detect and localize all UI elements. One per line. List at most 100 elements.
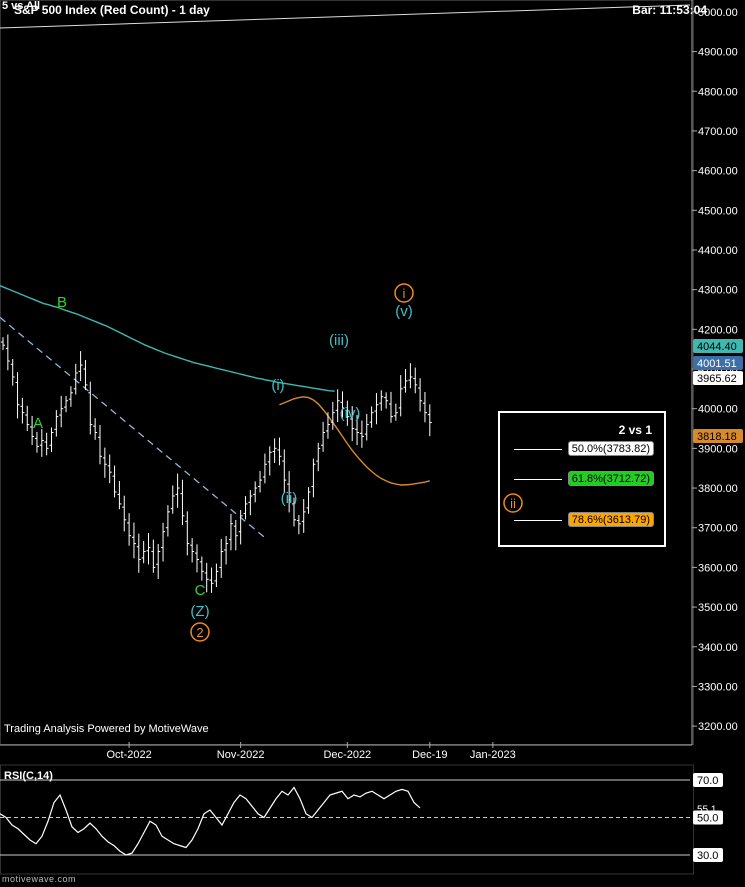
price-tick-label: 4300.00: [698, 285, 738, 297]
ohlc-bar: [384, 392, 389, 409]
price-tick-label: 4900.00: [698, 47, 738, 59]
powered-by-text: Trading Analysis Powered by MotiveWave: [4, 723, 209, 735]
fib-header: 2 vs 1: [618, 423, 652, 437]
ohlc-bar: [64, 395, 69, 413]
ohlc-bar: [195, 544, 199, 573]
ohlc-bar: [214, 563, 219, 588]
ohlc-bar: [34, 432, 39, 453]
price-tick-label: 3800.00: [698, 483, 738, 495]
ohlc-bar: [127, 513, 132, 546]
ohlc-bar: [39, 429, 44, 457]
rsi-level-tag-70: 70.0: [697, 775, 718, 787]
ohlc-bar: [136, 533, 141, 573]
price-grid: [0, 0, 694, 745]
ohlc-bar: [117, 481, 122, 510]
ohlc-bar: [238, 509, 243, 545]
ohlc-bar: [131, 522, 136, 559]
ohlc-bar: [311, 458, 316, 498]
ohlc-bar: [374, 393, 379, 425]
ohlc-bar: [112, 465, 117, 498]
ohlc-bar: [93, 418, 98, 440]
price-tag-4044-40: 4044.40: [697, 341, 737, 353]
price-tick-label: 3200.00: [698, 721, 738, 733]
ohlc-bar: [248, 490, 253, 516]
rsi-panel: 70.030.050.055.1: [0, 764, 723, 875]
wave-label-a: A: [33, 415, 43, 432]
ohlc-bar: [15, 372, 20, 419]
wave-label-2-circled: 2: [196, 625, 203, 640]
ohlc-bar: [393, 403, 398, 421]
ohlc-bar: [20, 397, 25, 424]
ohlc-bar: [316, 442, 321, 472]
date-tick-label: Jan-2023: [470, 749, 516, 761]
date-tick-label: Dec-19: [412, 749, 447, 761]
ohlc-bar: [267, 446, 272, 476]
ohlc-bar: [398, 375, 403, 417]
chart-title: S&P 500 Index (Red Count) - 1 day: [14, 3, 210, 17]
ohlc-bar: [102, 447, 107, 478]
price-tag-3965-62: 3965.62: [697, 373, 737, 385]
ohlc-bar: [44, 432, 49, 456]
ohlc-bar: [296, 515, 301, 535]
ohlc-bar: [321, 421, 326, 452]
ohlc-bar: [277, 437, 282, 466]
ohlc-bar: [243, 496, 248, 520]
price-tick-label: 4700.00: [698, 126, 738, 138]
ohlc-bar: [219, 538, 224, 578]
date-tick-label: Dec-2022: [323, 749, 371, 761]
ohlc-bar: [272, 438, 277, 464]
ohlc-bar: [170, 485, 175, 514]
wave-label-i-circled: i: [403, 286, 406, 301]
wave-label-c: C: [195, 582, 206, 599]
price-tick-label: 4500.00: [698, 205, 738, 217]
fib-line-786: [514, 520, 562, 521]
ohlc-bar: [253, 481, 258, 503]
wave-label-iii: (iii): [329, 332, 349, 349]
ohlc-bar: [190, 538, 195, 563]
date-tick-label: Nov-2022: [217, 749, 265, 761]
ohlc-bar: [59, 395, 64, 428]
ohlc-bar: [83, 359, 88, 391]
ohlc-bar: [54, 410, 59, 437]
wave-label-iv: (iv): [340, 405, 361, 422]
ohlc-bar: [301, 499, 306, 533]
wave-labels: ABC(Z)2(i)(ii)(iii)(iv)(v)iii: [33, 283, 523, 642]
ohlc-bar: [427, 404, 432, 437]
ohlc-bar: [5, 334, 10, 371]
ohlc-bar: [233, 519, 238, 551]
ohlc-bar: [413, 367, 418, 394]
fib-line-50: [514, 449, 562, 450]
ohlc-bar: [165, 505, 170, 537]
price-tags: 4044.40 4001.51 3965.62 3818.18: [693, 339, 743, 443]
fib-retracement-box[interactable]: 2 vs 1 50.0%(3783.82) 61.8%(3712.72) 78.…: [498, 411, 666, 547]
price-tick-label: 3700.00: [698, 523, 738, 535]
price-tag-3818-18: 3818.18: [697, 431, 737, 443]
watermark: motivewave.com: [2, 874, 77, 884]
ohlc-bar: [389, 391, 393, 423]
ohlc-bar: [49, 427, 54, 452]
ohlc-bars: [1, 334, 432, 593]
rsi-frame: [0, 764, 694, 875]
moving-averages: [0, 285, 430, 486]
ohlc-bar: [209, 567, 214, 593]
price-tick-label: 4200.00: [698, 324, 738, 336]
ohlc-bar: [228, 513, 233, 551]
ohlc-bar: [88, 381, 93, 435]
price-tick-label: 4000.00: [698, 404, 738, 416]
ohlc-bar: [185, 511, 190, 556]
ohlc-bar: [379, 390, 384, 411]
price-tick-label: 3400.00: [698, 642, 738, 654]
ohlc-bar: [199, 556, 204, 581]
wave-label-b: B: [57, 294, 67, 311]
wave-label-i: (i): [271, 377, 284, 394]
fib-level-618: 61.8%(3712.72): [567, 471, 654, 486]
price-tick-label: 3300.00: [698, 681, 738, 693]
price-tag-4001-51: 4001.51: [697, 358, 737, 370]
ohlc-bar: [359, 420, 364, 448]
price-frame: [0, 0, 694, 745]
sma-teal-line: [0, 285, 335, 392]
wave-label-ii: (ii): [281, 490, 298, 507]
ohlc-bar: [408, 363, 413, 389]
date-axis: Oct-2022 Nov-2022 Dec-2022 Dec-19 Jan-2023: [0, 742, 692, 761]
ohlc-bar: [180, 479, 185, 525]
